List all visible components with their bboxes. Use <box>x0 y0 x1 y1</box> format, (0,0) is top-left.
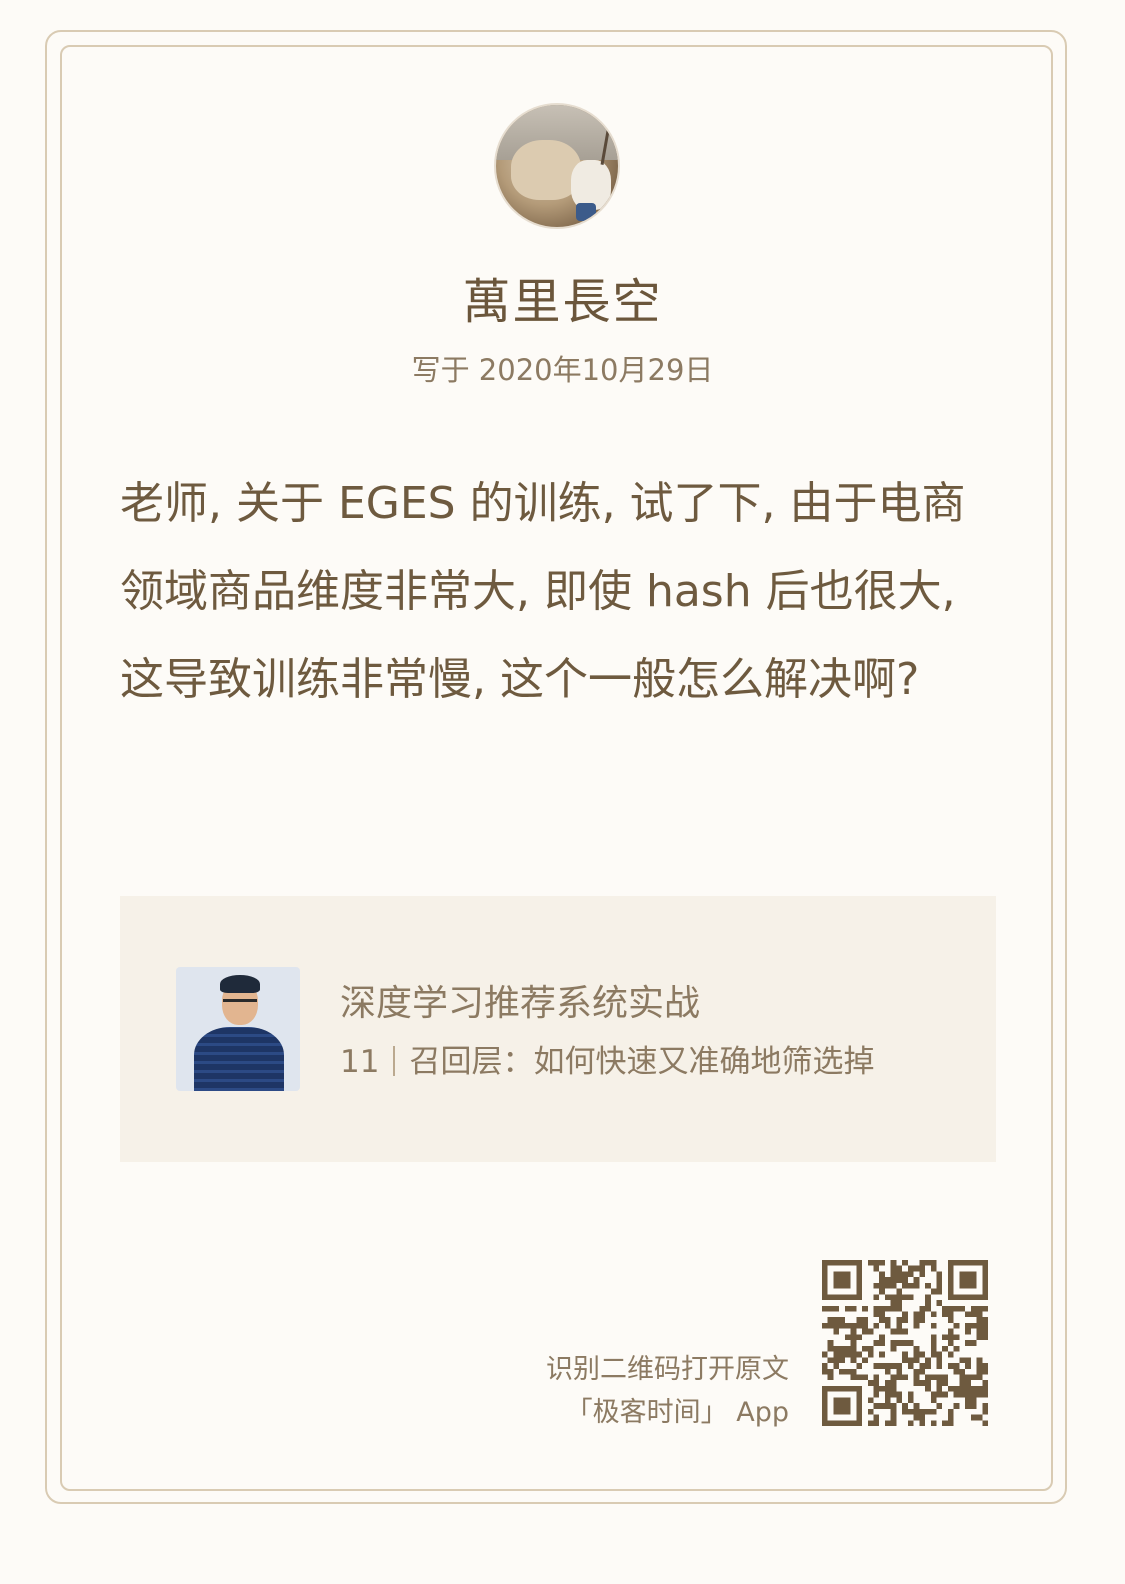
course-title: 深度学习推荐系统实战 <box>340 983 701 1024</box>
comment-text: 老师, 关于 EGES 的训练, 试了下, 由于电商领域商品维度非常大, 即使 … <box>120 478 966 705</box>
chapter-title: 召回层：如何快速又准确地筛选掉 <box>409 1044 875 1080</box>
author-name: 萬里長空 <box>462 274 663 330</box>
chapter-number: 11 <box>340 1044 380 1080</box>
course-cover <box>176 967 300 1091</box>
course-chapter: 11 召回层：如何快速又准确地筛选掉 <box>340 1036 940 1081</box>
qr-hint-line1: 识别二维码打开原文 <box>546 1354 789 1385</box>
qr-hint: 识别二维码打开原文 「极客时间」 App <box>546 1348 789 1434</box>
chapter-separator <box>393 1046 396 1076</box>
comment-date: 写于 2020年10月29日 <box>411 353 714 387</box>
author-avatar <box>494 103 620 229</box>
qr-hint-line2: 「极客时间」 App <box>565 1397 789 1428</box>
qr-code[interactable] <box>822 1260 988 1426</box>
course-card[interactable]: 深度学习推荐系统实战 11 召回层：如何快速又准确地筛选掉 <box>120 896 996 1162</box>
